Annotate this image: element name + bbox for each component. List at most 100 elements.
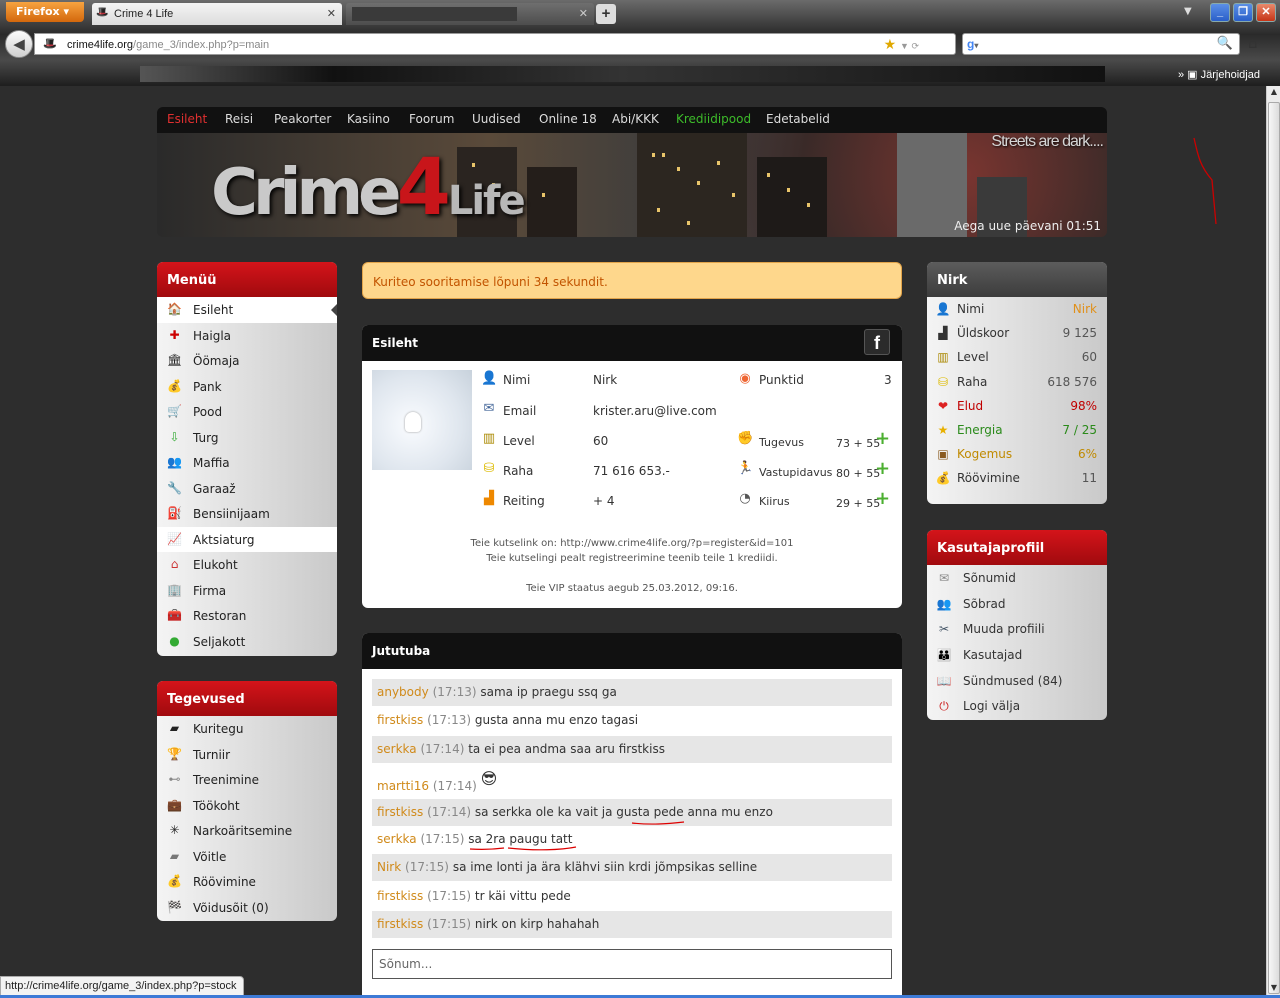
search-bar[interactable]: g▾ 🔍 [962,33,1240,55]
add-tugevus-button[interactable]: + [875,430,890,448]
menu-item-maffia[interactable]: 👥 Maffia [157,450,337,476]
home-icon[interactable]: ⌂ [1248,34,1258,52]
facebook-button[interactable]: f [864,329,890,355]
bookmarks-toolbar: » ▣ Järjehoidjad [0,62,1280,86]
bookmarks-menu[interactable]: » ▣ Järjehoidjad [1178,68,1260,81]
pistol-icon: ▰ [169,848,180,863]
google-logo-icon[interactable]: g▾ [967,37,983,52]
chat-username[interactable]: anybody [377,685,429,699]
friends-icon: 👥 [936,596,952,611]
action-item-narkoaritsemine[interactable]: ✳ Narkoäritsemine [157,818,337,844]
action-item-voitle[interactable]: ▰ Võitle [157,844,337,870]
chat-username[interactable]: serkka [377,742,417,756]
chat-username[interactable]: martti16 [377,779,429,793]
nav-foorum[interactable]: Foorum [409,112,454,126]
close-tab-icon[interactable]: ✕ [579,7,588,20]
scrollbar-thumb[interactable] [1268,102,1280,994]
menu-item-oomaja[interactable]: 🏛 Öömaja [157,348,337,374]
action-item-voiduesoit[interactable]: 🏁 Võidusõit (0) [157,895,337,921]
back-button[interactable]: ◀ [5,30,33,58]
firefox-menu-button[interactable]: Firefox ▾ [6,2,84,22]
profile-item-kasutajad[interactable]: 👪 Kasutajad [927,642,1107,668]
list-tabs-icon[interactable]: ▼ [1184,6,1192,17]
menu-item-firma[interactable]: 🏢 Firma [157,578,337,604]
page-content: Esileht Reisi Peakorter Kasiino Foorum U… [0,86,1266,998]
chat-username[interactable]: firstkiss [377,713,423,727]
value-raha: 71 616 653.- [593,464,670,478]
close-tab-icon[interactable]: ✕ [327,7,336,20]
label-punktid: Punktid [759,373,804,387]
nav-edetabelid[interactable]: Edetabelid [766,112,830,126]
label-nimi: Nimi [503,373,531,387]
menu-item-haigla[interactable]: ✚ Haigla [157,323,337,349]
shelter-icon: 🏛 [167,353,183,367]
profile-item-sundmused[interactable]: 📖 Sündmused (84) [927,668,1107,694]
fist-icon: ✊ [737,431,754,446]
profile-item-logi-valja[interactable]: ⏻ Logi välja [927,693,1107,719]
tab-redacted[interactable]: ✕ [346,3,594,25]
scroll-up-icon[interactable]: ▲ [1268,87,1280,101]
nav-peakorter[interactable]: Peakorter [274,112,331,126]
new-tab-button[interactable]: + [596,4,616,24]
chat-username[interactable]: serkka [377,832,417,846]
search-icon[interactable]: 🔍 [1217,36,1233,51]
chat-username[interactable]: firstkiss [377,805,423,819]
minimize-window-button[interactable]: _ [1210,3,1230,22]
profile-item-sonumid[interactable]: ✉ Sõnumid [927,565,1107,591]
user-profile-title: Kasutajaprofiil [927,530,1107,565]
menu-item-pood[interactable]: 🛒 Pood [157,399,337,425]
crime4life-logo[interactable]: Crime4Life [211,143,526,233]
site-identity-icon[interactable]: 🎩 [43,37,57,50]
race-flag-icon: 🏁 [167,899,182,914]
add-vastupidavus-button[interactable]: + [875,460,890,478]
menu-item-seljakott[interactable]: ● Seljakott [157,629,337,655]
chat-username[interactable]: firstkiss [377,889,423,903]
nav-reisi[interactable]: Reisi [225,112,253,126]
vertical-scrollbar[interactable]: ▲ ▼ [1266,86,1280,998]
menu-item-garaaz[interactable]: 🔧 Garaaž [157,476,337,502]
loot-bag-icon: 💰 [167,874,182,888]
action-item-turniir[interactable]: 🏆 Turniir [157,742,337,768]
profile-panel: Esileht f 👤 Nimi Nirk ✉ Email krister.ar… [362,325,902,608]
nav-abi[interactable]: Abi/KKK [612,112,659,126]
nav-esileht[interactable]: Esileht [167,112,207,126]
menu-item-esileht[interactable]: 🏠 Esileht [157,297,337,323]
tab-crime4life[interactable]: 🎩 Crime 4 Life ✕ [92,3,342,25]
chat-title: Jututuba [372,644,431,658]
stat-row-kogemus: ▣ Kogemus 6% [927,442,1107,466]
nav-krediidipood[interactable]: Krediidipood [676,112,751,126]
nav-kasiino[interactable]: Kasiino [347,112,390,126]
menu-item-restoran[interactable]: 🧰 Restoran [157,603,337,629]
nav-uudised[interactable]: Uudised [472,112,521,126]
add-kiirus-button[interactable]: + [875,490,890,508]
action-item-tookoht[interactable]: 💼 Töökoht [157,793,337,819]
action-item-roovimine[interactable]: 💰 Röövimine [157,869,337,895]
dumbbell-icon: ⊷ [168,772,181,786]
menu-item-aktsiaturg[interactable]: 📈 Aktsiaturg [157,526,337,552]
chat-message: Nirk (17:15) sa ime lonti ja ära klähvi … [372,854,892,881]
invite-link: Teie kutselink on: http://www.crime4life… [470,538,794,549]
chat-message: firstkiss (17:15) tr käi vittu pede [377,889,571,903]
value-email: krister.aru@live.com [593,404,717,418]
loot-bag-icon: 💰 [935,471,951,486]
action-item-kuritegu[interactable]: ▰ Kuritegu [157,716,337,742]
banner-tagline: Streets are dark.... [991,133,1104,150]
label-email: Email [503,404,537,418]
menu-item-bensiinijaam[interactable]: ⛽ Bensiinijaam [157,501,337,527]
envelope-icon: ✉ [938,571,950,585]
url-bar[interactable]: 🎩 crime4life.org/game_3/index.php?p=main… [34,33,956,55]
chat-username[interactable]: Nirk [377,860,401,874]
chat-message-input[interactable]: Sõnum... [372,949,892,979]
profile-item-sobrad[interactable]: 👥 Sõbrad [927,591,1107,617]
action-item-treenimine[interactable]: ⊷ Treenimine [157,767,337,793]
menu-item-turg[interactable]: ⇩ Turg [157,425,337,451]
nav-online[interactable]: Online 18 [539,112,597,126]
chat-username[interactable]: firstkiss [377,917,423,931]
profile-item-muuda-profiili[interactable]: ✂ Muuda profiili [927,616,1107,642]
menu-item-pank[interactable]: 💰 Pank [157,374,337,400]
close-window-button[interactable]: ✕ [1256,3,1276,22]
menu-item-elukoht[interactable]: ⌂ Elukoht [157,552,337,578]
bookmark-star-icon[interactable]: ★ ▼ ⟳ [884,36,919,53]
maximize-window-button[interactable]: ❐ [1233,3,1253,22]
value-nimi: Nirk [593,373,618,387]
